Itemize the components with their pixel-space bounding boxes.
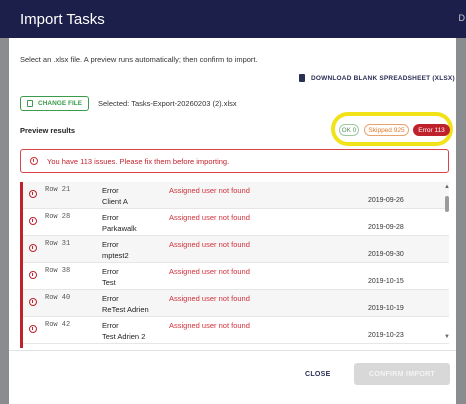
row-date: 2019-10-19 (368, 305, 404, 312)
row-number: Row 31 (45, 240, 71, 248)
row-date: 2019-10-23 (368, 332, 404, 339)
row-message: Assigned user not found (169, 240, 250, 249)
row-date: 2019-09-26 (368, 197, 404, 204)
row-level: Error (102, 240, 119, 249)
row-level: Error (102, 186, 119, 195)
error-circle-icon (29, 325, 37, 333)
row-message: Assigned user not found (169, 267, 250, 276)
list-item: Row 31 Error mptest2 Assigned user not f… (23, 236, 449, 263)
footer-divider (9, 350, 456, 351)
file-icon (27, 100, 33, 107)
row-message: Assigned user not found (169, 321, 250, 330)
error-circle-icon (29, 271, 37, 279)
dialog-title: Import Tasks (20, 11, 105, 28)
list-item: Row 21 Error Client A Assigned user not … (23, 182, 449, 209)
row-number: Row 28 (45, 213, 71, 221)
error-count-badge: Error 113 (413, 124, 450, 136)
row-level: Error (102, 321, 119, 330)
document-icon (299, 74, 305, 82)
alert-text: You have 113 issues. Please fix them bef… (47, 156, 230, 166)
skipped-count-badge: Skipped 925 (364, 124, 409, 136)
row-date: 2019-09-28 (368, 224, 404, 231)
row-task-name: ReTest Adrien (102, 305, 149, 314)
row-number: Row 40 (45, 294, 71, 302)
change-file-label: CHANGE FILE (38, 100, 83, 107)
row-task-name: Client A (102, 197, 128, 206)
row-date: 2019-09-30 (368, 251, 404, 258)
ok-count-badge: OK 0 (339, 124, 359, 136)
selected-file-text: Selected: Tasks-Export-20260203 (2).xlsx (98, 99, 237, 108)
row-message: Assigned user not found (169, 294, 250, 303)
row-task-name: mptest2 (102, 251, 129, 260)
row-message: Assigned user not found (169, 213, 250, 222)
row-task-name: Test Adrien 2 (102, 332, 146, 341)
error-circle-icon (29, 217, 37, 225)
download-label: DOWNLOAD BLANK SPREADSHEET (XLSX) (311, 74, 455, 82)
backdrop-right-strip (456, 38, 466, 404)
download-blank-spreadsheet-button[interactable]: DOWNLOAD BLANK SPREADSHEET (XLSX) (299, 74, 455, 82)
change-file-button[interactable]: CHANGE FILE (20, 96, 89, 111)
backdrop-left-strip (0, 38, 9, 404)
dialog-header: Import Tasks (9, 0, 456, 38)
row-message: Assigned user not found (169, 186, 250, 195)
import-tasks-dialog: Import Tasks Select an .xlsx file. A pre… (9, 0, 456, 404)
error-circle-icon (29, 244, 37, 252)
row-level: Error (102, 213, 119, 222)
row-level: Error (102, 267, 119, 276)
confirm-import-button[interactable]: CONFIRM IMPORT (354, 363, 450, 385)
close-button[interactable]: CLOSE (305, 371, 331, 378)
row-number: Row 42 (45, 321, 71, 329)
row-level: Error (102, 294, 119, 303)
row-date: 2019-10-15 (368, 278, 404, 285)
scroll-thumb[interactable] (445, 196, 449, 212)
list-item: Row 40 Error ReTest Adrien Assigned user… (23, 290, 449, 317)
error-circle-icon (29, 298, 37, 306)
list-item: Row 42 Error Test Adrien 2 Assigned user… (23, 317, 449, 344)
issues-alert: You have 113 issues. Please fix them bef… (20, 149, 449, 173)
list-item: Row 38 Error Test Assigned user not foun… (23, 263, 449, 290)
alert-circle-icon (30, 157, 38, 165)
list-item: Row 28 Error Parkawalk Assigned user not… (23, 209, 449, 236)
row-number: Row 21 (45, 186, 71, 194)
instruction-text: Select an .xlsx file. A preview runs aut… (20, 55, 258, 64)
error-circle-icon (29, 190, 37, 198)
preview-results-list[interactable]: Row 21 Error Client A Assigned user not … (20, 182, 449, 348)
row-task-name: Parkawalk (102, 224, 137, 233)
scroll-up-arrow-icon[interactable]: ▲ (444, 184, 450, 190)
row-task-name: Test (102, 278, 116, 287)
scroll-down-arrow-icon[interactable]: ▼ (444, 334, 450, 340)
app-header-fragment: D (458, 13, 466, 23)
preview-results-heading: Preview results (20, 126, 76, 135)
list-scrollbar[interactable]: ▲ ▼ (443, 182, 451, 348)
row-number: Row 38 (45, 267, 71, 275)
